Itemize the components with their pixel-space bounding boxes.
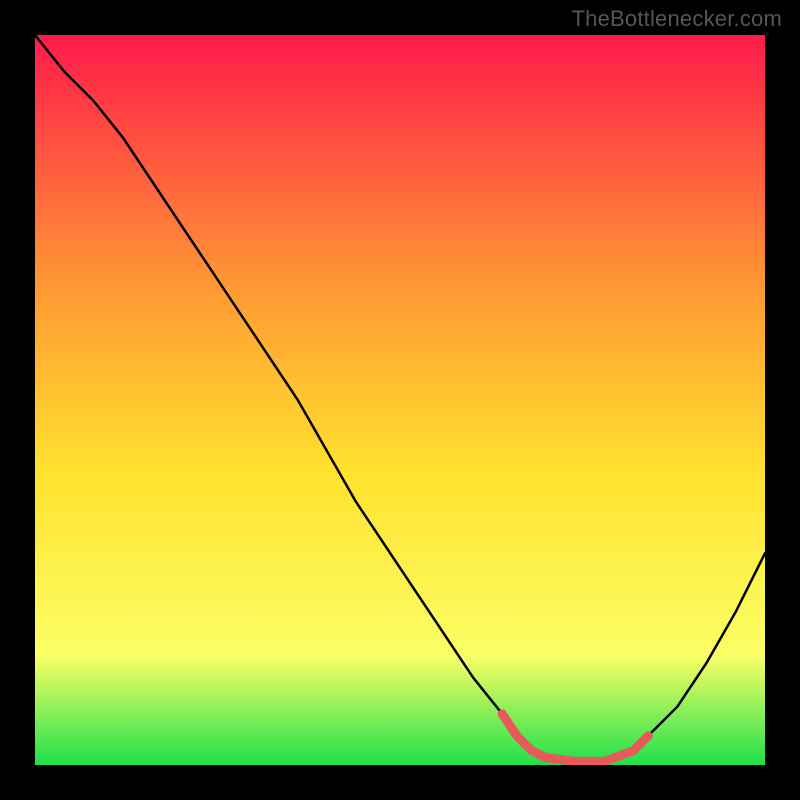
plot-area bbox=[35, 35, 765, 765]
attribution-label: TheBottlenecker.com bbox=[572, 6, 782, 32]
chart-svg bbox=[35, 35, 765, 765]
gradient-background bbox=[35, 35, 765, 765]
chart-container: TheBottlenecker.com bbox=[0, 0, 800, 800]
